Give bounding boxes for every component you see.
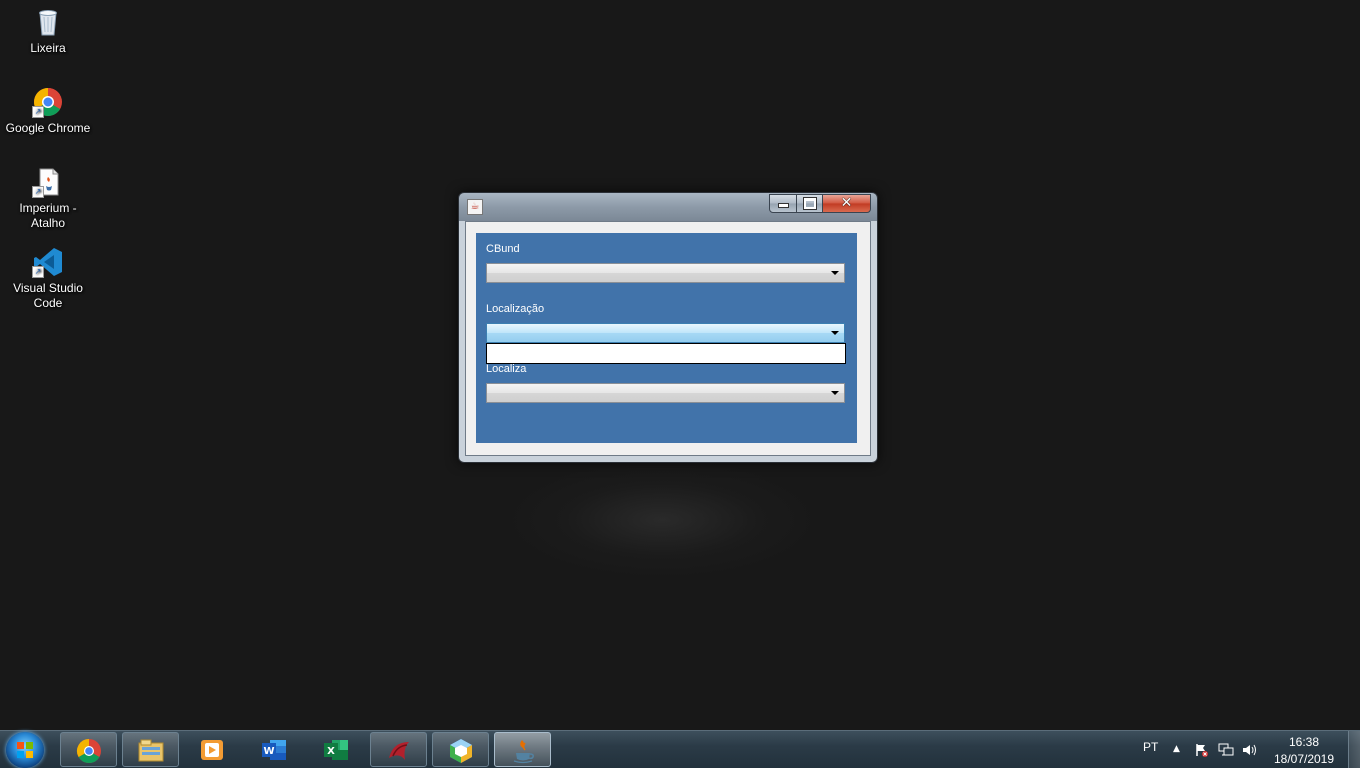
clock-time: 16:38 bbox=[1288, 735, 1320, 749]
form-panel: CBund Localização Localiza bbox=[476, 233, 857, 443]
desktop: Lixeira ↗ Google Chrome ↗ Imperium - Ata… bbox=[0, 0, 1360, 730]
taskbar: W X PT ▲ 16:38 18/07/2019 bbox=[0, 730, 1360, 768]
taskbar-media-player[interactable] bbox=[184, 732, 241, 767]
close-button[interactable]: ✕ bbox=[822, 194, 871, 213]
java-icon bbox=[513, 740, 534, 764]
netbeans-icon bbox=[450, 739, 472, 763]
desktop-icon-google-chrome[interactable]: ↗ Google Chrome bbox=[3, 86, 93, 136]
shortcut-arrow-icon: ↗ bbox=[32, 266, 44, 278]
shortcut-arrow-icon: ↗ bbox=[32, 106, 44, 118]
vscode-icon: ↗ bbox=[32, 246, 64, 278]
file-explorer-icon bbox=[138, 739, 164, 762]
svg-text:X: X bbox=[327, 746, 335, 757]
localizacao-dropdown-list[interactable] bbox=[486, 343, 846, 364]
taskbar-file-explorer[interactable] bbox=[122, 732, 179, 767]
svg-text:W: W bbox=[263, 746, 274, 757]
maximize-button[interactable] bbox=[796, 194, 823, 213]
cbund-label: CBund bbox=[486, 243, 520, 255]
desktop-icon-lixeira[interactable]: Lixeira bbox=[3, 6, 93, 56]
red-app-icon bbox=[389, 742, 409, 760]
system-clock[interactable]: 16:38 18/07/2019 bbox=[1268, 734, 1340, 768]
minimize-button[interactable] bbox=[769, 194, 797, 213]
chevron-down-icon bbox=[831, 271, 839, 275]
desktop-icon-label: Lixeira bbox=[30, 41, 66, 55]
taskbar-red-app[interactable] bbox=[370, 732, 427, 767]
action-center-flag-icon[interactable] bbox=[1195, 743, 1209, 760]
maximize-icon bbox=[802, 197, 817, 210]
show-hidden-icons-icon[interactable]: ▲ bbox=[1173, 744, 1180, 754]
java-shortcut-icon: ↗ bbox=[32, 166, 64, 198]
window-titlebar[interactable]: ☕ ✕ bbox=[459, 193, 877, 221]
java-app-window[interactable]: ☕ ✕ CBund Localização Localiza bbox=[458, 192, 878, 463]
localiza-combobox[interactable] bbox=[486, 383, 845, 403]
desktop-icon-vscode[interactable]: ↗ Visual Studio Code bbox=[3, 246, 93, 311]
desktop-icon-label: Imperium - Atalho bbox=[19, 201, 77, 230]
volume-icon[interactable] bbox=[1242, 743, 1258, 760]
recycle-bin-icon bbox=[32, 6, 64, 38]
chrome-icon bbox=[76, 739, 101, 764]
windows-logo-icon bbox=[17, 742, 33, 758]
shortcut-arrow-icon: ↗ bbox=[32, 186, 44, 198]
chrome-icon: ↗ bbox=[32, 86, 64, 118]
network-icon[interactable] bbox=[1218, 743, 1234, 760]
localizacao-label: Localização bbox=[486, 303, 545, 315]
taskbar-netbeans[interactable] bbox=[432, 732, 489, 767]
show-desktop-button[interactable] bbox=[1348, 731, 1360, 768]
desktop-icon-label: Visual Studio Code bbox=[13, 281, 83, 310]
taskbar-java[interactable] bbox=[494, 732, 551, 767]
close-icon: ✕ bbox=[840, 195, 853, 211]
minimize-icon bbox=[777, 203, 789, 208]
desktop-icon-imperium[interactable]: ↗ Imperium - Atalho bbox=[3, 166, 93, 231]
window-client-area: CBund Localização Localiza bbox=[465, 221, 871, 456]
taskbar-word[interactable]: W bbox=[246, 732, 303, 767]
taskbar-excel[interactable]: X bbox=[308, 732, 365, 767]
cbund-combobox[interactable] bbox=[486, 263, 845, 283]
localizacao-combobox[interactable] bbox=[486, 323, 845, 343]
start-button[interactable] bbox=[6, 732, 44, 768]
chevron-down-icon bbox=[831, 391, 839, 395]
excel-icon: X bbox=[324, 740, 348, 760]
clock-date: 18/07/2019 bbox=[1273, 752, 1335, 766]
desktop-icon-label: Google Chrome bbox=[5, 121, 91, 135]
localiza-label: Localiza bbox=[486, 363, 527, 375]
word-icon: W bbox=[262, 740, 286, 760]
language-indicator[interactable]: PT bbox=[1143, 740, 1158, 754]
java-icon[interactable]: ☕ bbox=[467, 199, 483, 215]
media-player-icon bbox=[201, 740, 223, 760]
chevron-down-icon bbox=[831, 331, 839, 335]
taskbar-chrome[interactable] bbox=[60, 732, 117, 767]
